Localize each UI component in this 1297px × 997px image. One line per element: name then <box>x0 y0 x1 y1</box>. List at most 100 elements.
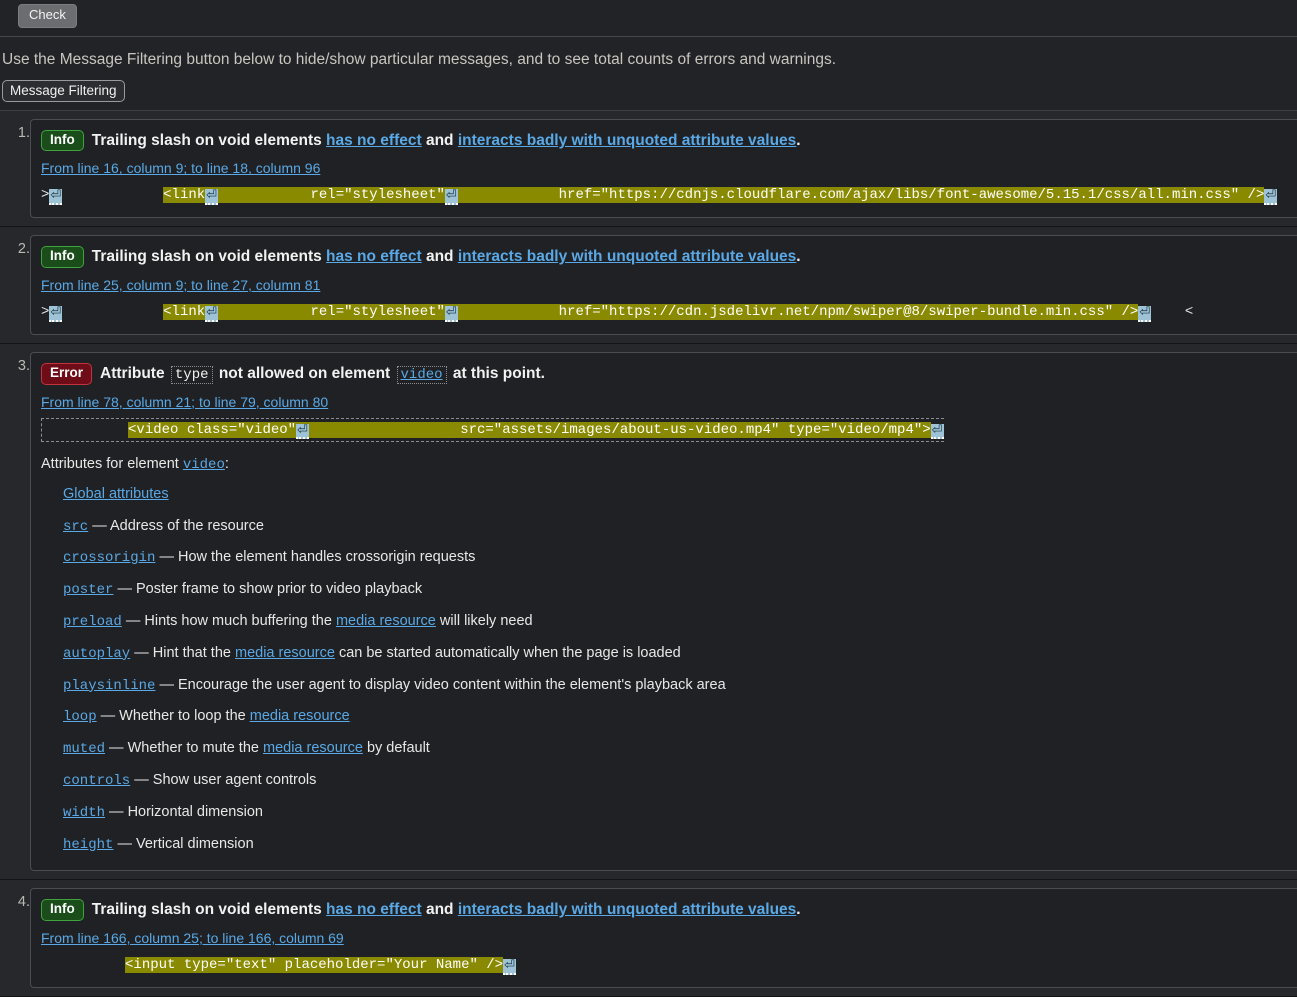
inline-text: — Hint that the <box>130 644 235 661</box>
inline-text: — How the element handles crossorigin re… <box>155 549 476 566</box>
carriage-return-icon: ⏎ <box>49 304 63 322</box>
extract-code-text: rel="stylesheet" <box>310 303 445 320</box>
inline-text: and <box>421 131 458 149</box>
attribute-doc-link[interactable]: preload <box>63 614 122 630</box>
inline-text: and <box>421 901 458 919</box>
attribute-doc-link[interactable]: controls <box>63 773 130 789</box>
attribute-name[interactable]: autoplay <box>63 646 130 662</box>
attribute-doc-link[interactable]: playsinline <box>63 678 155 694</box>
message-list: 1. Info Trailing slash on void elements ha… <box>0 110 1297 997</box>
inline-text: . <box>796 248 801 266</box>
extract-gap <box>62 187 163 203</box>
attribute-name[interactable]: muted <box>63 741 105 757</box>
attribute-doc-link[interactable]: src <box>63 519 88 535</box>
extract-gap <box>41 957 125 973</box>
inline-text: . <box>796 131 801 149</box>
inline-link[interactable]: interacts badly with unquoted attribute … <box>458 248 796 265</box>
severity-badge-info: Info <box>41 246 84 268</box>
inline-text: . <box>796 901 801 919</box>
attribute-list-item: playsinline — Encourage the user agent t… <box>63 670 1289 702</box>
attribute-doc-link[interactable]: height <box>63 837 113 853</box>
source-location-link[interactable]: From line 16, column 9; to line 18, colu… <box>41 160 320 176</box>
source-location-link[interactable]: From line 166, column 25; to line 166, c… <box>41 930 344 946</box>
attribute-name[interactable]: crossorigin <box>63 550 155 566</box>
attribute-list-item: loop — Whether to loop the media resourc… <box>63 701 1289 733</box>
inline-link[interactable]: media resource <box>235 645 335 661</box>
carriage-return-icon: ⏎ <box>444 188 458 206</box>
inline-text: — Vertical dimension <box>113 835 254 852</box>
message-box: Info Trailing slash on void elements has … <box>30 888 1297 988</box>
inline-link[interactable]: has no effect <box>326 248 422 265</box>
inline-link[interactable]: interacts badly with unquoted attribute … <box>458 132 796 149</box>
attributes-intro-text: Attributes for element <box>41 456 183 473</box>
inline-link[interactable]: media resource <box>263 740 363 756</box>
message-box: Error Attribute type not allowed on eleme… <box>30 351 1297 872</box>
extract-code-text: <video class="video" <box>128 421 297 438</box>
inline-code: type <box>170 365 213 384</box>
inline-text: — Horizontal dimension <box>105 803 263 820</box>
attribute-doc-link[interactable]: width <box>63 805 105 821</box>
inline-link[interactable]: has no effect <box>326 132 422 149</box>
element-doc-link[interactable]: video <box>183 457 225 473</box>
attribute-doc-link[interactable]: loop <box>63 709 97 725</box>
source-location-link[interactable]: From line 25, column 9; to line 27, colu… <box>41 277 320 293</box>
extract-suffix: < <box>1151 303 1194 320</box>
attribute-name[interactable]: playsinline <box>63 678 155 694</box>
validation-message: 2. Info Trailing slash on void elements ha… <box>0 227 1297 344</box>
inline-text: — Whether to loop the <box>96 708 250 725</box>
attribute-name[interactable]: preload <box>63 614 122 630</box>
attribute-name[interactable]: width <box>63 805 105 821</box>
extract-gap <box>309 422 460 438</box>
message-location: From line 166, column 25; to line 166, c… <box>41 930 1289 946</box>
element-doc-link[interactable]: video <box>401 367 443 383</box>
message-number: 3. <box>17 357 30 374</box>
inline-link[interactable]: interacts badly with unquoted attribute … <box>458 901 796 918</box>
extract-code-text: href="https://cdnjs.cloudflare.com/ajax/… <box>558 187 1265 204</box>
code-extract: >⏎ <link⏎ rel="stylesheet"⏎ href="https:… <box>41 184 1289 207</box>
attribute-doc-link[interactable]: poster <box>63 582 113 598</box>
message-filtering-button[interactable]: Message Filtering <box>2 79 125 102</box>
attribute-name[interactable]: controls <box>63 773 130 789</box>
extract-highlight: <input type="text" placeholder="Your Nam… <box>125 957 504 974</box>
code-extract: <video class="video"⏎ src="assets/images… <box>41 417 944 443</box>
extract-prefix: > <box>41 187 50 204</box>
inline-text: not allowed on element <box>214 364 395 382</box>
attributes-intro-element[interactable]: video <box>183 457 225 473</box>
inline-code-link[interactable]: video <box>396 365 447 384</box>
attribute-list-item: height — Vertical dimension <box>63 829 1289 861</box>
severity-badge-error: Error <box>41 362 93 385</box>
attribute-name[interactable]: loop <box>63 709 97 725</box>
attribute-doc-link[interactable]: crossorigin <box>63 550 155 566</box>
inline-text: — Encourage the user agent to display vi… <box>155 676 726 693</box>
carriage-return-icon: ⏎ <box>296 422 309 440</box>
extract-code-text: <link <box>163 187 206 204</box>
attributes-intro-suffix: : <box>224 456 229 473</box>
message-number: 2. <box>17 241 30 258</box>
attribute-list-item: preload — Hints how much buffering the m… <box>63 606 1289 638</box>
inline-link[interactable]: has no effect <box>326 901 422 918</box>
inline-link[interactable]: media resource <box>250 708 350 724</box>
attribute-name[interactable]: poster <box>63 582 113 598</box>
validation-message: 4. Info Trailing slash on void elements ha… <box>0 880 1297 997</box>
carriage-return-icon: ⏎ <box>205 188 219 206</box>
extract-highlight: <link⏎ rel="stylesheet"⏎ href="https://c… <box>163 303 1139 322</box>
extract-highlight: <video class="video"⏎ src="assets/images… <box>128 421 931 440</box>
validation-results: 1. Info Trailing slash on void elements ha… <box>0 110 1297 997</box>
attribute-name[interactable]: src <box>63 519 88 535</box>
attribute-doc-link[interactable]: muted <box>63 741 105 757</box>
attribute-list-item: crossorigin — How the element handles cr… <box>63 542 1289 574</box>
attribute-doc-link[interactable]: autoplay <box>63 646 130 662</box>
attribute-doc-link[interactable]: Global attributes <box>63 486 169 502</box>
message-box: Info Trailing slash on void elements has … <box>30 118 1297 219</box>
attribute-name[interactable]: height <box>63 837 113 853</box>
inline-text: Trailing slash on void elements <box>91 131 327 149</box>
inline-link[interactable]: media resource <box>336 613 436 629</box>
source-location-link[interactable]: From line 78, column 21; to line 79, col… <box>41 394 328 410</box>
extract-gap <box>458 304 559 320</box>
inline-text: by default <box>362 740 430 757</box>
validation-message: 3. Error Attribute type not allowed on ele… <box>0 343 1297 881</box>
check-button[interactable]: Check <box>18 4 77 28</box>
carriage-return-icon: ⏎ <box>1138 304 1152 322</box>
validation-message: 1. Info Trailing slash on void elements ha… <box>0 110 1297 228</box>
message-filtering-note: Use the Message Filtering button below t… <box>2 51 837 68</box>
